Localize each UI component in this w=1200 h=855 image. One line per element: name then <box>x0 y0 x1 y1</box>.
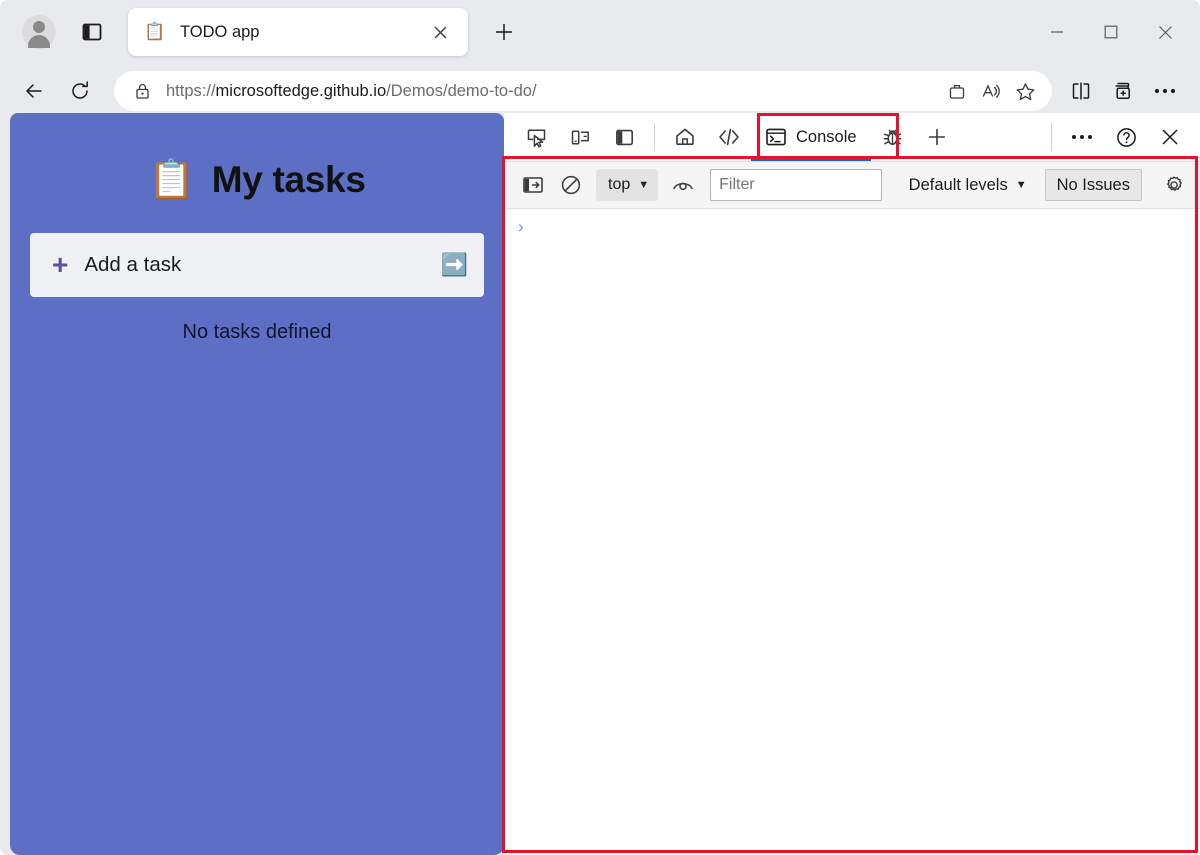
devtools-panel: Console top ▼ Filter Default levels ▼ No… <box>504 113 1200 855</box>
star-icon[interactable] <box>1008 74 1042 108</box>
context-label: top <box>608 176 631 193</box>
content-area: 📋 My tasks + ➡️ No tasks defined <box>0 113 1200 855</box>
inspect-element-icon[interactable] <box>514 117 558 157</box>
issues-label: No Issues <box>1056 175 1130 194</box>
question-circle-icon[interactable] <box>1104 117 1148 157</box>
home-icon[interactable] <box>663 117 707 157</box>
log-levels-label: Default levels <box>908 175 1008 194</box>
code-brackets-icon[interactable] <box>707 117 751 157</box>
console-output-area[interactable]: › <box>504 209 1200 855</box>
window-controls <box>1030 0 1192 64</box>
split-screen-icon[interactable] <box>1060 71 1102 111</box>
todo-app-viewport: 📋 My tasks + ➡️ No tasks defined <box>10 113 504 855</box>
navigation-bar: https://microsoftedge.github.io/Demos/de… <box>0 64 1200 118</box>
minimize-icon[interactable] <box>1030 8 1084 56</box>
submit-task-icon[interactable]: ➡️ <box>441 254 468 276</box>
console-toolbar: top ▼ Default levels ▼ No <box>504 162 1200 209</box>
devtools-right-controls <box>1043 117 1200 157</box>
browser-more-icon[interactable] <box>1144 71 1186 111</box>
clipboard-icon: 📋 <box>148 159 196 201</box>
tab-console[interactable]: Console <box>751 114 871 161</box>
prompt-chevron-icon: › <box>518 217 524 236</box>
live-expression-icon[interactable] <box>666 169 700 201</box>
javascript-context-selector[interactable]: top ▼ <box>596 169 659 201</box>
tab-strip: 📋 TODO app <box>0 0 1200 64</box>
console-prompt-row[interactable]: › <box>518 217 1200 239</box>
console-filter-input[interactable] <box>719 176 874 194</box>
chevron-down-icon: ▼ <box>638 178 650 191</box>
empty-state-message: No tasks defined <box>182 321 332 343</box>
window-close-icon[interactable] <box>1138 8 1192 56</box>
new-tab-button[interactable] <box>486 14 522 50</box>
edge-browser-window: 📋 TODO app https://microsoftedge.github.… <box>0 0 1200 855</box>
add-task-input[interactable] <box>84 253 441 277</box>
tab-console-label: Console <box>796 127 857 146</box>
console-terminal-icon <box>765 127 787 147</box>
address-bar[interactable]: https://microsoftedge.github.io/Demos/de… <box>114 71 1052 111</box>
toolbar-divider <box>654 123 655 151</box>
tab-close-icon[interactable] <box>426 18 454 46</box>
issues-button[interactable]: No Issues <box>1044 169 1142 201</box>
clear-console-icon[interactable] <box>554 169 588 201</box>
console-sidebar-icon[interactable] <box>516 169 550 201</box>
add-panel-icon[interactable] <box>915 117 959 157</box>
devtools-more-icon[interactable] <box>1060 117 1104 157</box>
vertical-tabs-icon[interactable] <box>76 16 108 48</box>
url-text: https://microsoftedge.github.io/Demos/de… <box>166 81 537 100</box>
tab-favicon-icon: 📋 <box>144 22 166 41</box>
read-aloud-icon[interactable] <box>974 74 1008 108</box>
refresh-icon[interactable] <box>60 71 100 111</box>
maximize-icon[interactable] <box>1084 8 1138 56</box>
devtools-close-icon[interactable] <box>1148 117 1192 157</box>
avatar-icon[interactable] <box>22 15 56 49</box>
bug-icon[interactable] <box>871 117 915 157</box>
chevron-down-icon: ▼ <box>1015 178 1027 191</box>
lock-icon[interactable] <box>130 79 154 103</box>
collections-add-icon[interactable] <box>1102 71 1144 111</box>
back-arrow-icon[interactable] <box>14 71 54 111</box>
log-levels-selector[interactable]: Default levels ▼ <box>901 169 1035 201</box>
tab-title: TODO app <box>180 22 260 41</box>
devtools-tabbar: Console <box>504 113 1200 162</box>
plus-icon: + <box>52 249 69 280</box>
add-task-row[interactable]: + ➡️ <box>30 233 484 297</box>
console-filter-box[interactable] <box>710 169 883 201</box>
gear-icon[interactable] <box>1156 169 1192 201</box>
browser-tab[interactable]: 📋 TODO app <box>128 8 468 56</box>
device-emulation-icon[interactable] <box>558 117 602 157</box>
dock-side-icon[interactable] <box>602 117 646 157</box>
page-title: 📋 My tasks <box>30 159 484 201</box>
shopping-bag-icon[interactable] <box>940 74 974 108</box>
toolbar-divider <box>1051 123 1052 151</box>
page-title-text: My tasks <box>211 159 366 200</box>
